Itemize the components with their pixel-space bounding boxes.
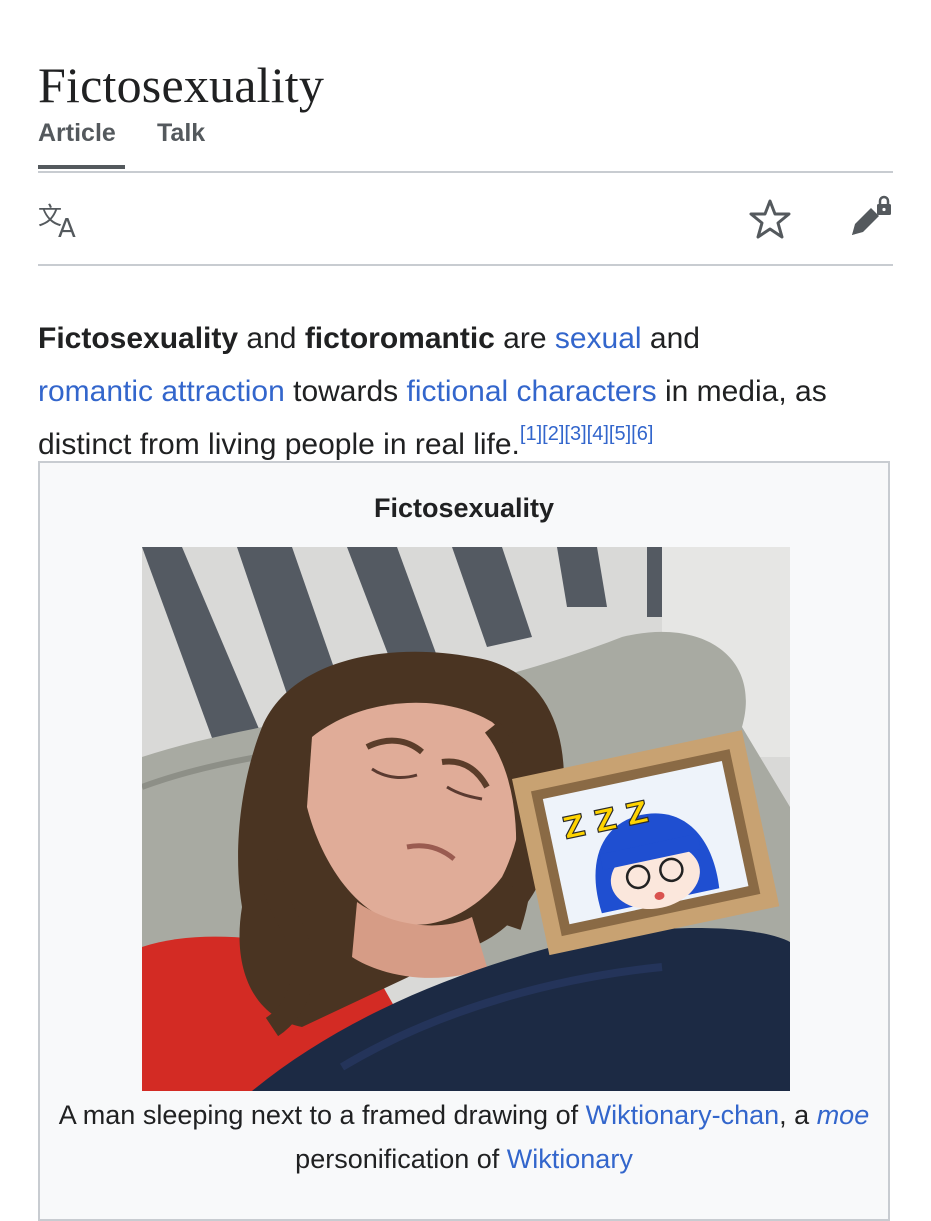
term-fictosexuality: Fictosexuality bbox=[38, 322, 239, 355]
tab-talk[interactable]: Talk bbox=[157, 116, 205, 169]
edit-lock-icon[interactable] bbox=[849, 195, 893, 239]
reference-link[interactable]: [5] bbox=[609, 423, 631, 445]
caption-text: A man sleeping next to a framed drawing … bbox=[58, 1100, 586, 1130]
star-icon[interactable] bbox=[749, 198, 791, 240]
link-moe[interactable]: moe bbox=[817, 1100, 870, 1130]
lead-paragraph: Fictosexuality and fictoromantic are sex… bbox=[38, 312, 898, 471]
svg-text:A: A bbox=[58, 214, 76, 240]
lead-text: and bbox=[238, 322, 305, 355]
translate-icon[interactable]: 文 A bbox=[38, 200, 84, 240]
infobox-caption: A man sleeping next to a framed drawing … bbox=[40, 1093, 888, 1181]
caption-text: personification of bbox=[295, 1144, 507, 1174]
link-romantic-attraction[interactable]: romantic attraction bbox=[38, 375, 285, 408]
reference-link[interactable]: [1] bbox=[520, 423, 542, 445]
caption-text: , a bbox=[779, 1100, 817, 1130]
term-fictoromantic: fictoromantic bbox=[304, 322, 495, 355]
lead-text: towards bbox=[284, 375, 407, 408]
page-title: Fictosexuality bbox=[38, 56, 325, 113]
lead-text: and bbox=[641, 322, 700, 355]
link-moe-text: moe bbox=[816, 1100, 870, 1130]
reference-link[interactable]: [6] bbox=[631, 423, 653, 445]
reference-link[interactable]: [3] bbox=[564, 423, 586, 445]
reference-link[interactable]: [2] bbox=[542, 423, 564, 445]
infobox-title: Fictosexuality bbox=[373, 493, 555, 523]
page-toolbar: 文 A bbox=[38, 173, 893, 266]
infobox-photo[interactable]: Z Z Z bbox=[142, 547, 790, 1091]
reference-link[interactable]: [4] bbox=[587, 423, 609, 445]
lead-text: are bbox=[494, 322, 555, 355]
link-wiktionary[interactable]: Wiktionary bbox=[507, 1144, 633, 1174]
link-sexual[interactable]: sexual bbox=[555, 322, 642, 355]
link-wiktionary-chan[interactable]: Wiktionary-chan bbox=[586, 1100, 780, 1130]
tab-article[interactable]: Article bbox=[38, 116, 125, 169]
infobox: Fictosexuality Z Z Z A man sleeping next… bbox=[38, 461, 890, 1221]
page-tabs: Article Talk bbox=[38, 116, 893, 173]
link-fictional-characters[interactable]: fictional characters bbox=[407, 375, 657, 408]
reference-list: [1][2][3][4][5][6] bbox=[520, 423, 654, 445]
